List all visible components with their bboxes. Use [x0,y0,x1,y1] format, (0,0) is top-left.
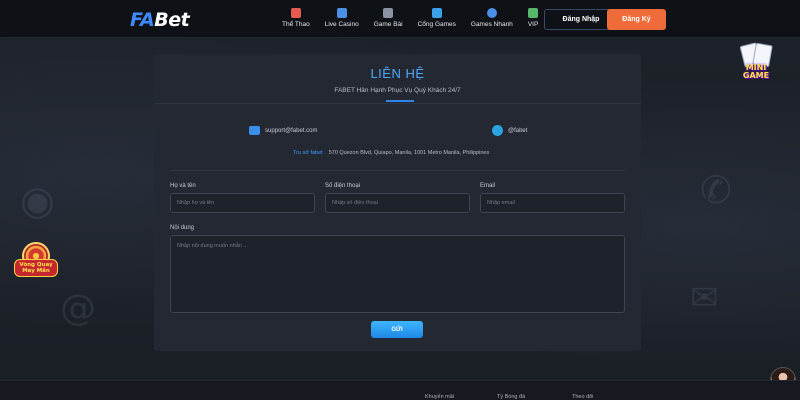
nav-label: Thể Thao [282,21,310,28]
divider [154,103,641,104]
contact-email[interactable]: support@fabet.com [249,126,317,135]
name-input[interactable] [170,193,315,213]
logo-bet: Bet [154,9,190,31]
globe-icon [486,8,497,18]
mini-game-label: MINI GAME [742,63,770,80]
content-label: Nội dung [170,225,195,231]
footer-link-theo-doi[interactable]: Theo dõi [572,394,593,400]
divider [170,170,625,171]
trophy-icon [528,8,539,18]
email-input[interactable] [480,193,625,213]
contact-telegram[interactable]: @fabet [492,125,527,136]
mail-bg-icon: ✉ [690,278,719,318]
register-button[interactable]: Đăng Ký [607,9,666,30]
nav-item-game-bai[interactable]: Game Bài [374,8,403,34]
contact-panel: LIÊN HỆ FABET Hân Hạnh Phục Vụ Quý Khách… [154,54,641,351]
email-label: Email [480,183,496,189]
page-title: LIÊN HỆ [370,66,425,81]
nav-item-vip[interactable]: VIP [528,8,538,34]
mini-game-widget[interactable]: MINI GAME [736,42,776,88]
nav-label: Games Nhanh [470,21,513,28]
send-button[interactable]: GỬI [371,321,423,338]
name-label: Họ và tên [170,183,196,189]
footer-link-ty-bong-da[interactable]: Tỷ Bóng đá [497,394,525,400]
lucky-wheel-label: Vòng Quay May Mắn [14,259,58,277]
nav-item-the-thao[interactable]: Thể Thao [282,8,310,34]
address-text: 570 Quezon Blvd, Quiapo, Manila, 1001 Me… [328,150,490,156]
address-label: Trụ sở fabet [293,150,323,156]
phone-label: Số điện thoại [325,183,361,189]
nav-label: Game Bài [373,21,403,28]
main-nav: Thể Thao Live Casino Game Bài Cổng Games… [282,8,553,34]
lucky-wheel-widget[interactable]: Vòng Quay May Mắn [14,242,58,284]
page-subtitle: FABET Hân Hạnh Phục Vụ Quý Khách 24/7 [334,87,461,94]
contact-email-text: support@fabet.com [265,127,318,134]
nav-item-games-nhanh[interactable]: Games Nhanh [471,8,513,34]
mail-icon [249,126,260,135]
contact-address: Trụ sở fabet 570 Quezon Blvd, Quiapo, Ma… [293,150,489,156]
content-textarea[interactable] [170,235,625,313]
rocket-icon [290,8,301,18]
lightning-icon [431,8,442,18]
fabet-logo[interactable]: FABet [130,9,190,31]
telegram-icon [492,125,503,136]
top-header: FABet Thể Thao Live Casino Game Bài Cổng… [0,0,800,38]
cards-icon [383,8,394,18]
title-underline [386,100,414,102]
footer: Khuyến mãi Tỷ Bóng đá Theo dõi [0,380,800,400]
chip-icon: ◉ [20,178,55,224]
at-sign-icon: @ [60,288,96,329]
contact-telegram-text: @fabet [508,127,528,134]
nav-label: VIP [527,21,539,28]
phone-icon: ✆ [700,168,732,212]
casino-icon [336,8,347,18]
footer-link-khuyen-mai[interactable]: Khuyến mãi [425,394,454,400]
nav-item-live-casino[interactable]: Live Casino [325,8,359,34]
nav-item-cong-games[interactable]: Cổng Games [418,8,456,34]
phone-input[interactable] [325,193,470,213]
nav-label: Live Casino [324,21,359,28]
logo-fa: FA [130,9,155,31]
nav-label: Cổng Games [417,21,456,28]
